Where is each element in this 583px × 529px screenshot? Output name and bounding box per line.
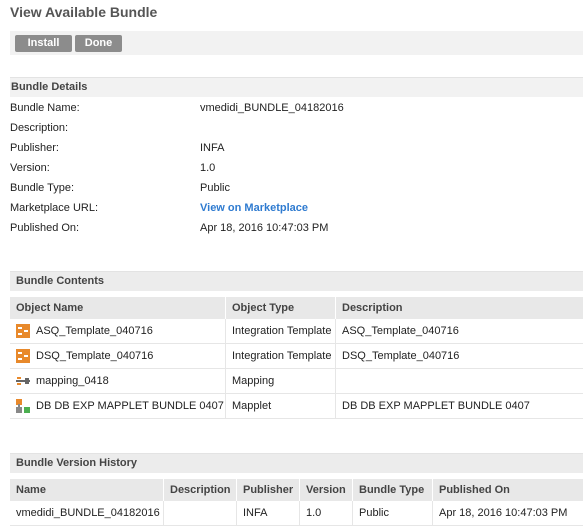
column-version[interactable]: Version	[299, 479, 352, 501]
mapplet-icon	[16, 399, 30, 413]
publisher-label: Publisher:	[10, 142, 59, 154]
bundle-name-value: vmedidi_BUNDLE_04182016	[200, 102, 344, 114]
column-name[interactable]: Name	[10, 479, 163, 501]
integration-template-icon	[16, 349, 30, 363]
published-on-value: Apr 18, 2016 10:47:03 PM	[200, 222, 329, 234]
object-name-cell: DB DB EXP MAPPLET BUNDLE 0407	[10, 394, 225, 419]
version-name: vmedidi_BUNDLE_04182016	[16, 507, 160, 519]
view-on-marketplace-link[interactable]: View on Marketplace	[200, 202, 308, 214]
object-description: DB DB EXP MAPPLET BUNDLE 0407	[335, 394, 583, 419]
integration-template-icon	[16, 324, 30, 338]
table-row[interactable]: DB DB EXP MAPPLET BUNDLE 0407 Mapplet DB…	[10, 394, 583, 419]
bundle-type-value: Public	[200, 182, 230, 194]
version-published-on: Apr 18, 2016 10:47:03 PM	[432, 501, 583, 526]
version-publisher: INFA	[236, 501, 299, 526]
table-row[interactable]: mapping_0418 Mapping	[10, 369, 583, 394]
object-description: ASQ_Template_040716	[335, 319, 583, 344]
done-button[interactable]: Done	[75, 35, 122, 52]
object-name-cell: ASQ_Template_040716	[10, 319, 225, 344]
bundle-details-heading: Bundle Details	[10, 77, 583, 97]
column-bundle-type[interactable]: Bundle Type	[352, 479, 432, 501]
table-header: Object Name Object Type Description	[10, 297, 583, 319]
column-publisher[interactable]: Publisher	[236, 479, 299, 501]
version-description	[163, 501, 236, 526]
bundle-type-label: Bundle Type:	[10, 182, 75, 194]
object-name-cell: DSQ_Template_040716	[10, 344, 225, 369]
object-name[interactable]: DB DB EXP MAPPLET BUNDLE 0407	[36, 394, 224, 418]
bundle-name-label: Bundle Name:	[10, 102, 80, 114]
object-type: Integration Template	[225, 319, 335, 344]
table-row[interactable]: DSQ_Template_040716 Integration Template…	[10, 344, 583, 369]
published-on-label: Published On:	[10, 222, 80, 234]
marketplace-url-label: Marketplace URL:	[10, 202, 99, 214]
object-type: Mapplet	[225, 394, 335, 419]
column-published-on[interactable]: Published On	[432, 479, 583, 501]
version-label: Version:	[10, 162, 50, 174]
version-bundle-type: Public	[352, 501, 432, 526]
bundle-contents-heading: Bundle Contents	[10, 271, 583, 291]
publisher-value: INFA	[200, 142, 225, 154]
object-name-cell: mapping_0418	[10, 369, 225, 394]
table-row[interactable]: vmedidi_BUNDLE_04182016 INFA 1.0 Public …	[10, 501, 583, 526]
column-description[interactable]: Description	[335, 297, 583, 319]
version-number: 1.0	[299, 501, 352, 526]
column-description[interactable]: Description	[163, 479, 236, 501]
table-header: Name Description Publisher Version Bundl…	[10, 479, 583, 501]
object-name[interactable]: DSQ_Template_040716	[36, 344, 153, 368]
object-type: Mapping	[225, 369, 335, 394]
column-object-type[interactable]: Object Type	[225, 297, 335, 319]
version-history-heading: Bundle Version History	[10, 453, 583, 473]
object-name[interactable]: ASQ_Template_040716	[36, 319, 153, 343]
install-button[interactable]: Install	[15, 35, 72, 52]
column-object-name[interactable]: Object Name	[10, 297, 225, 319]
table-row[interactable]: ASQ_Template_040716 Integration Template…	[10, 319, 583, 344]
toolbar: Install Done	[10, 31, 583, 55]
page-title: View Available Bundle	[10, 4, 158, 20]
object-description: DSQ_Template_040716	[335, 344, 583, 369]
description-label: Description:	[10, 122, 69, 134]
object-description	[335, 369, 583, 394]
object-type: Integration Template	[225, 344, 335, 369]
mapping-icon	[16, 377, 30, 385]
object-name[interactable]: mapping_0418	[36, 369, 109, 393]
version-value: 1.0	[200, 162, 216, 174]
